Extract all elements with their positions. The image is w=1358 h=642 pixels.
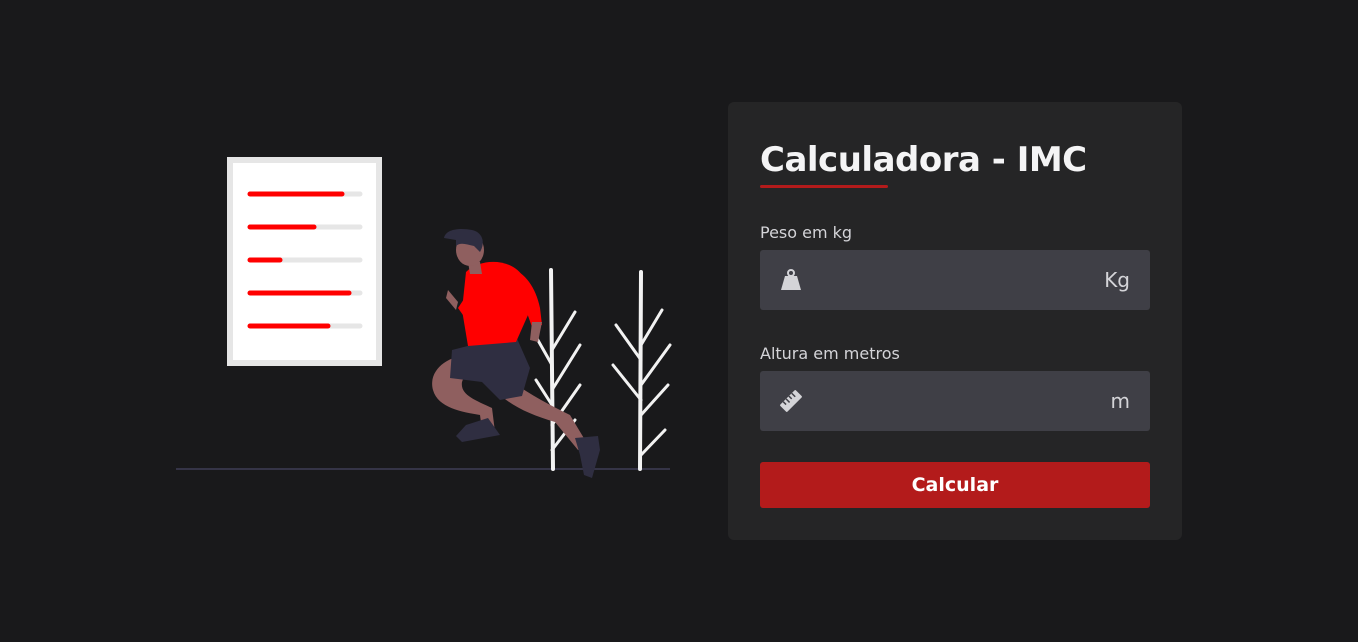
plant-right xyxy=(611,270,672,471)
runner-illustration xyxy=(170,150,680,480)
calculate-button[interactable]: Calcular xyxy=(760,462,1150,508)
weight-input[interactable] xyxy=(816,250,1086,310)
runner-illustration-svg xyxy=(176,157,672,478)
height-unit: m xyxy=(1110,389,1130,413)
weight-unit: Kg xyxy=(1104,268,1130,292)
page: Calculadora - IMC Peso em kg Kg Altura e… xyxy=(0,0,1358,642)
weight-label: Peso em kg xyxy=(760,223,853,242)
card-title: Calculadora - IMC xyxy=(760,140,1087,180)
document-chart xyxy=(227,157,382,366)
height-input[interactable] xyxy=(816,371,1086,431)
title-underline xyxy=(760,185,888,188)
ruler-icon xyxy=(780,389,802,413)
weight-icon xyxy=(780,268,802,292)
imc-calculator-card: Calculadora - IMC Peso em kg Kg Altura e… xyxy=(728,102,1182,540)
height-field[interactable]: m xyxy=(760,371,1150,431)
height-label: Altura em metros xyxy=(760,344,900,363)
weight-field[interactable]: Kg xyxy=(760,250,1150,310)
